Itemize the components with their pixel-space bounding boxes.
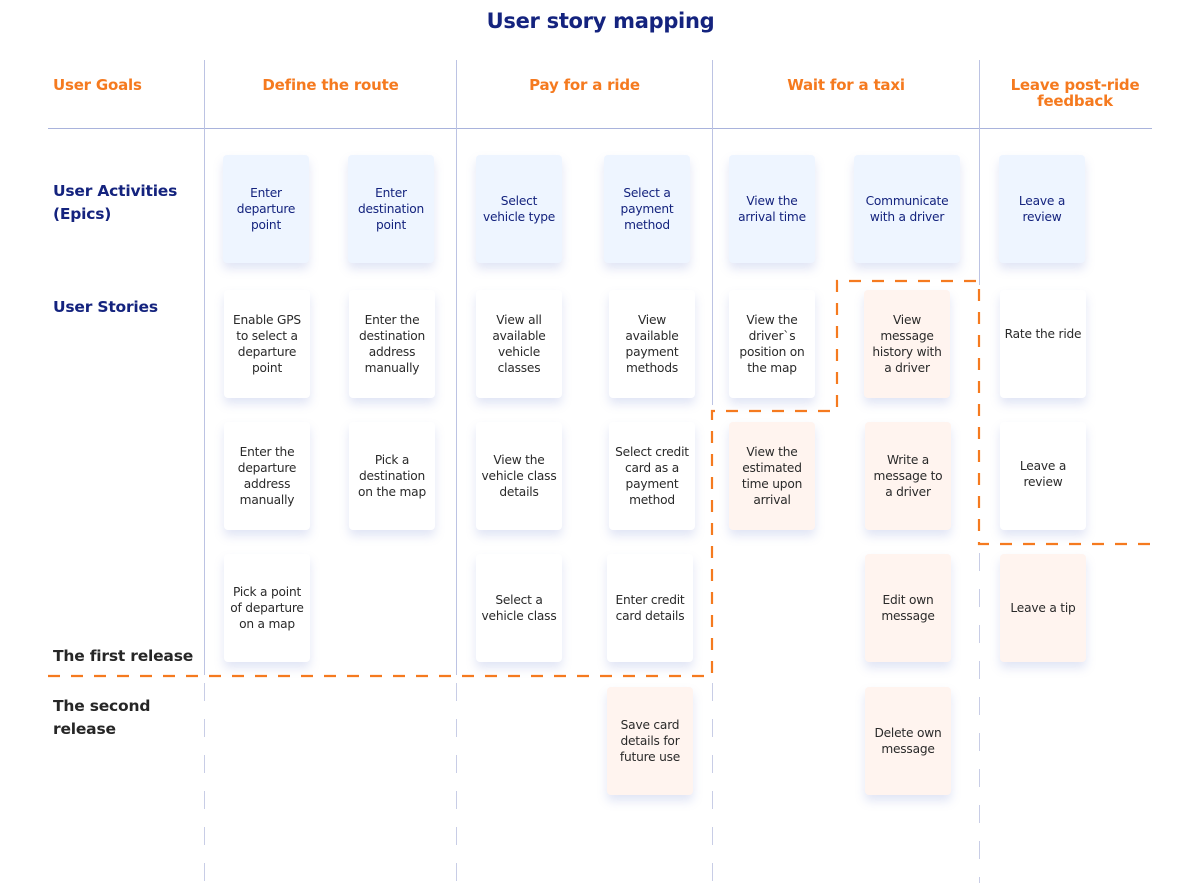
epic-label: Select a payment method [620, 186, 674, 232]
story-card[interactable]: View available payment methods [609, 290, 695, 398]
user-goals-header: User Goals [53, 76, 142, 94]
column-divider [456, 60, 457, 675]
story-card[interactable]: Rate the ride [1000, 290, 1086, 398]
story-label: Write a message to a driver [873, 453, 943, 499]
story-card[interactable]: Select credit card as a payment method [609, 422, 695, 530]
column-divider [204, 60, 205, 675]
epic-label: Communicate with a driver [865, 194, 949, 224]
story-label: View message history with a driver [872, 313, 942, 375]
epic-label: View the arrival time [738, 194, 806, 224]
goal-define-route: Define the route [262, 76, 399, 94]
story-label: View the vehicle class details [481, 453, 557, 499]
story-card[interactable]: View the vehicle class details [476, 422, 562, 530]
story-label: Leave a review [1019, 459, 1067, 489]
story-label: View available payment methods [625, 313, 679, 375]
story-label: Enter credit card details [615, 593, 685, 623]
epic-card[interactable]: Leave a review [999, 155, 1085, 263]
story-card[interactable]: Save card details for future use [607, 687, 693, 795]
row-label-first-release: The first release [53, 647, 194, 665]
goal-pay-for-ride: Pay for a ride [529, 76, 640, 94]
story-label: Edit own message [881, 593, 935, 623]
story-label: Pick a point of departure on a map [230, 585, 304, 631]
story-label: Enter the departure address manually [237, 445, 297, 507]
story-card[interactable]: Leave a review [1000, 422, 1086, 530]
story-label: Pick a destination on the map [357, 453, 426, 499]
epic-card[interactable]: Enter destination point [348, 155, 434, 263]
column-divider-dashed [456, 683, 457, 883]
story-label: View all available vehicle classes [492, 313, 546, 375]
epic-card[interactable]: Communicate with a driver [854, 155, 960, 263]
story-card[interactable]: Write a message to a driver [865, 422, 951, 530]
epic-card[interactable]: View the arrival time [729, 155, 815, 263]
column-divider-dashed [979, 553, 980, 883]
story-card[interactable]: Enter the departure address manually [224, 422, 310, 530]
goal-leave-feedback: Leave post-ride feedback [1010, 76, 1140, 110]
epic-label: Leave a review [1018, 194, 1066, 224]
story-label: Enter the destination address manually [358, 313, 426, 375]
story-label: Rate the ride [1004, 327, 1082, 341]
story-card[interactable]: Enter credit card details [607, 554, 693, 662]
story-card[interactable]: Delete own message [865, 687, 951, 795]
story-card[interactable]: Enable GPS to select a departure point [224, 290, 310, 398]
column-divider [979, 60, 980, 285]
story-label: Select credit card as a payment method [615, 445, 689, 507]
epic-label: Enter departure point [236, 186, 296, 232]
epic-card[interactable]: Enter departure point [223, 155, 309, 263]
story-card[interactable]: Select a vehicle class [476, 554, 562, 662]
epic-card[interactable]: Select a payment method [604, 155, 690, 263]
story-label: View the driver`s position on the map [739, 313, 805, 375]
story-label: View the estimated time upon arrival [741, 445, 803, 507]
row-label-stories: User Stories [53, 298, 158, 316]
column-divider-dashed [204, 683, 205, 883]
story-card[interactable]: View message history with a driver [864, 290, 950, 398]
goal-wait-for-taxi: Wait for a taxi [787, 76, 905, 94]
column-divider [712, 60, 713, 405]
story-card[interactable]: Leave a tip [1000, 554, 1086, 662]
row-label-activities: User Activities (Epics) [53, 182, 178, 223]
page-title: User story mapping [486, 9, 715, 33]
story-label: Delete own message [874, 726, 942, 756]
story-label: Save card details for future use [619, 718, 681, 764]
story-card[interactable]: Pick a destination on the map [349, 422, 435, 530]
first-release-boundary-line [48, 279, 1152, 678]
story-card[interactable]: View all available vehicle classes [476, 290, 562, 398]
story-card[interactable]: Pick a point of departure on a map [224, 554, 310, 662]
column-divider-dashed [712, 683, 713, 883]
epic-label: Enter destination point [357, 186, 425, 232]
story-card[interactable]: View the estimated time upon arrival [729, 422, 815, 530]
story-label: Leave a tip [1010, 601, 1076, 615]
epic-card[interactable]: Select vehicle type [476, 155, 562, 263]
story-card[interactable]: Edit own message [865, 554, 951, 662]
story-label: Enable GPS to select a departure point [233, 313, 301, 375]
story-card[interactable]: Enter the destination address manually [349, 290, 435, 398]
story-card[interactable]: View the driver`s position on the map [729, 290, 815, 398]
header-divider [48, 128, 1152, 129]
epic-label: Select vehicle type [482, 194, 556, 224]
story-label: Select a vehicle class [481, 593, 557, 623]
row-label-second-release: The second release [53, 697, 151, 738]
